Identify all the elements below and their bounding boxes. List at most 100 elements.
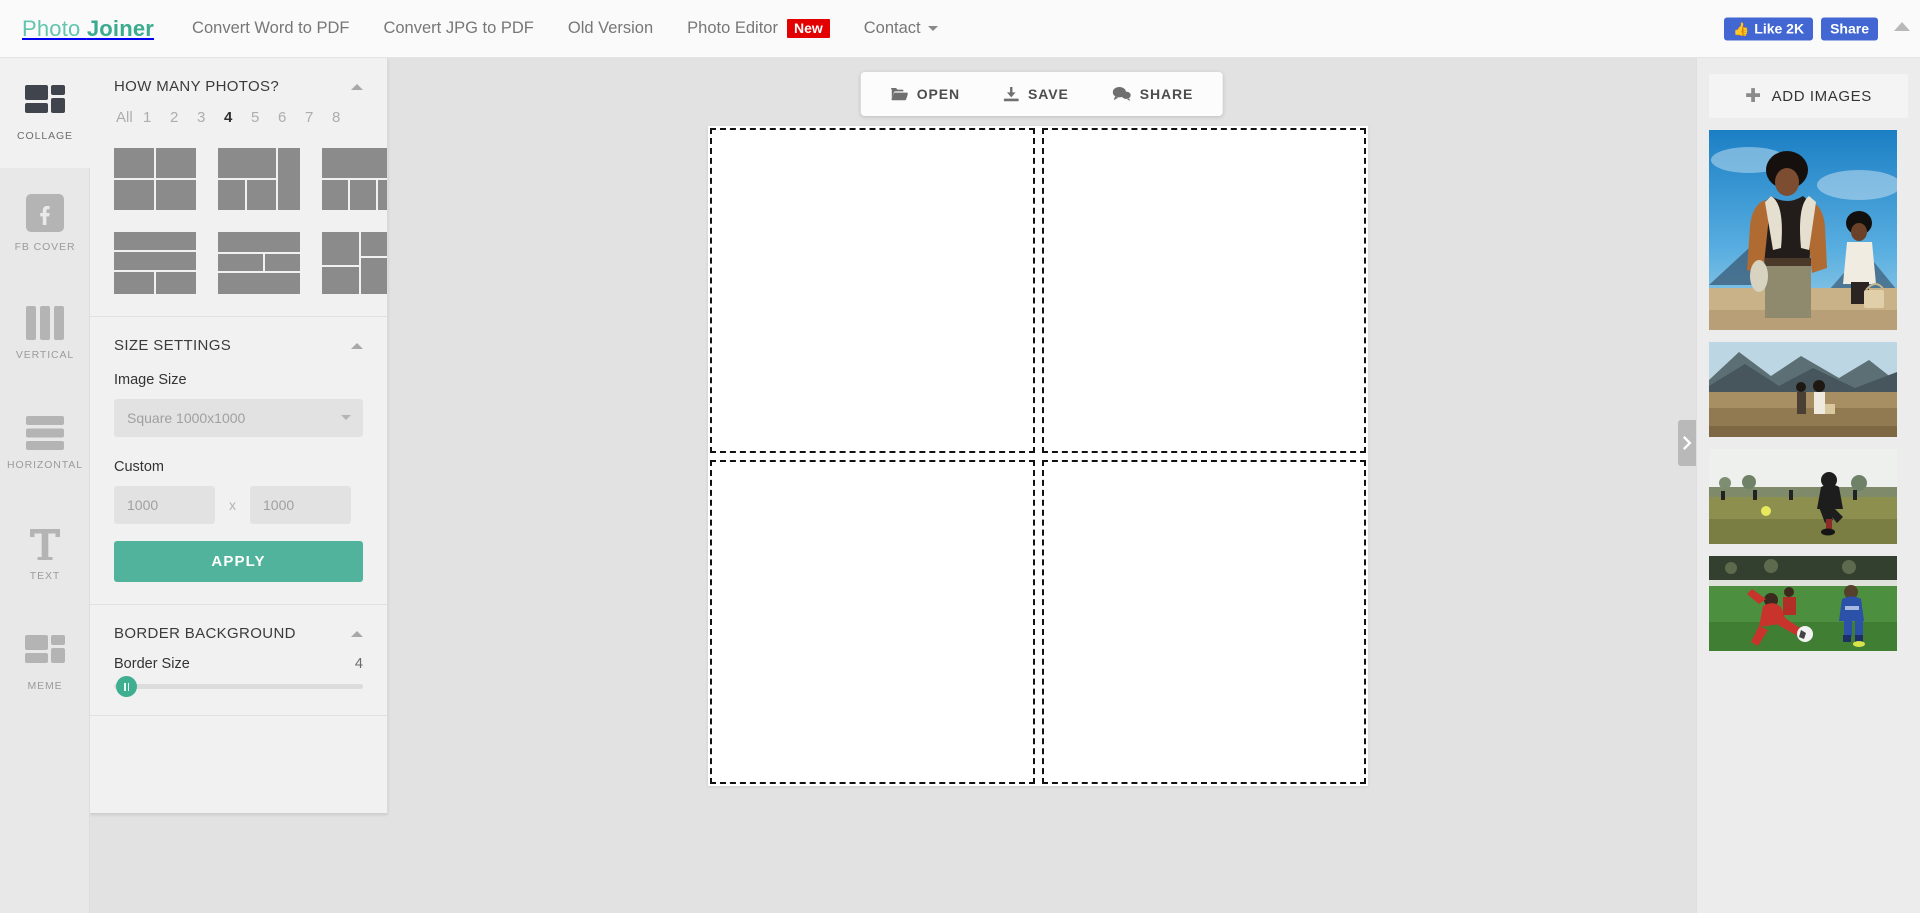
tool-item-fb-cover[interactable]: FB COVER (0, 168, 90, 278)
layout-option-three-rows-split-bottom[interactable] (114, 232, 196, 294)
facebook-share-button[interactable]: Share (1821, 17, 1878, 40)
collage-cell-1[interactable] (710, 128, 1035, 453)
nav-link-old-version[interactable]: Old Version (568, 19, 653, 38)
share-button[interactable]: SHARE (1091, 72, 1216, 116)
border-size-slider[interactable] (114, 676, 363, 697)
section-border-background: BORDER BACKGROUND Border Size 4 (90, 605, 387, 716)
canvas-stage: OPEN SAVE SHARE (388, 58, 1696, 913)
save-button[interactable]: SAVE (982, 72, 1091, 116)
count-option-5[interactable]: 5 (251, 109, 278, 126)
custom-width-input[interactable] (114, 486, 215, 524)
section-header-size-settings[interactable]: SIZE SETTINGS (90, 317, 387, 368)
thumbnail-soccer-kick[interactable] (1709, 449, 1897, 544)
section-header-border-background[interactable]: BORDER BACKGROUND (90, 605, 387, 656)
tool-item-label: FB COVER (14, 240, 76, 253)
dimension-separator: x (229, 497, 236, 513)
image-panel-collapse-handle[interactable] (1678, 420, 1696, 466)
caret-up-icon[interactable] (351, 83, 363, 90)
apply-button[interactable]: APPLY (114, 541, 363, 582)
count-option-all[interactable]: All (116, 109, 143, 126)
count-option-2[interactable]: 2 (170, 109, 197, 126)
photo-count-selector: All 1 2 3 4 5 6 7 8 (114, 109, 363, 126)
tool-item-label: COLLAGE (17, 129, 73, 142)
tool-item-meme[interactable]: MEME (0, 608, 90, 718)
section-body-size-settings: Image Size Custom x APPLY (90, 372, 387, 604)
tool-item-vertical[interactable]: VERTICAL (0, 278, 90, 388)
count-option-8[interactable]: 8 (332, 109, 359, 126)
section-body-how-many-photos: All 1 2 3 4 5 6 7 8 (90, 109, 387, 316)
collage-cell-4[interactable] (1041, 459, 1366, 784)
share-button-label: SHARE (1139, 86, 1194, 102)
tool-item-label: HORIZONTAL (7, 458, 83, 471)
nav-link-label: Convert Word to PDF (192, 19, 350, 37)
tool-item-text[interactable]: TEXT (0, 498, 90, 608)
layout-option-2x2-offset[interactable] (322, 232, 387, 294)
count-option-3[interactable]: 3 (197, 109, 224, 126)
top-navigation-bar: Photo Joiner Convert Word to PDF Convert… (0, 0, 1920, 58)
tool-item-collage[interactable]: COLLAGE (0, 58, 90, 168)
tool-item-label: TEXT (29, 569, 61, 582)
facebook-like-button[interactable]: 👍 Like 2K (1724, 17, 1814, 40)
custom-height-input[interactable] (250, 486, 351, 524)
add-images-label: ADD IMAGES (1771, 87, 1872, 105)
collage-grid-icon (25, 84, 65, 121)
custom-size-label: Custom (114, 459, 164, 475)
layout-option-top-mid-split-bottom-wide[interactable] (218, 232, 300, 294)
save-button-label: SAVE (1028, 86, 1069, 102)
border-size-row: Border Size 4 (114, 656, 363, 672)
collage-cell-3[interactable] (710, 459, 1035, 784)
open-button[interactable]: OPEN (869, 72, 982, 116)
count-option-7[interactable]: 7 (305, 109, 332, 126)
horizontal-bars-icon (26, 415, 64, 450)
nav-link-photo-editor[interactable]: Photo Editor New (687, 19, 830, 38)
layout-thumbnail-grid (114, 148, 387, 294)
border-size-slider-handle[interactable] (116, 676, 137, 697)
tool-item-horizontal[interactable]: HORIZONTAL (0, 388, 90, 498)
plus-icon: ✚ (1745, 85, 1762, 107)
image-size-label: Image Size (114, 372, 187, 388)
knob-grip-line (124, 682, 126, 691)
facebook-like-label: Like 2K (1754, 20, 1805, 37)
vertical-bars-icon (26, 305, 64, 340)
chevron-down-icon (927, 26, 938, 31)
text-t-icon (27, 525, 63, 561)
border-size-label: Border Size (114, 656, 190, 672)
thumbnail-couple-sky[interactable] (1709, 130, 1897, 330)
layout-option-2x2-equal[interactable] (114, 148, 196, 210)
section-header-how-many-photos[interactable]: HOW MANY PHOTOS? (90, 58, 387, 109)
nav-link-label: Old Version (567, 19, 654, 37)
image-size-select[interactable] (114, 399, 363, 437)
tool-item-label: VERTICAL (15, 348, 75, 361)
nav-link-convert-word-to-pdf[interactable]: Convert Word to PDF (192, 19, 349, 38)
tool-item-label: MEME (27, 679, 63, 692)
new-badge: New (786, 19, 830, 38)
section-title: BORDER BACKGROUND (114, 625, 296, 642)
left-tool-rail: COLLAGE FB COVER VERTICAL HORIZONTAL TEX… (0, 58, 90, 913)
nav-link-convert-jpg-to-pdf[interactable]: Convert JPG to PDF (383, 19, 533, 38)
facebook-icon (26, 193, 64, 232)
brand-logo[interactable]: Photo Joiner (22, 16, 154, 42)
caret-up-icon[interactable] (1894, 22, 1910, 31)
open-button-label: OPEN (916, 86, 961, 102)
custom-size-inputs: x (114, 486, 363, 524)
count-option-6[interactable]: 6 (278, 109, 305, 126)
thumbnail-couple-field[interactable] (1709, 342, 1897, 437)
count-option-4[interactable]: 4 (224, 109, 251, 126)
layout-option-top-wide-three-bottom[interactable] (322, 148, 387, 210)
caret-up-icon[interactable] (351, 630, 363, 637)
section-title: HOW MANY PHOTOS? (114, 78, 280, 95)
collage-canvas (708, 126, 1368, 786)
brand-first-word: Photo (22, 15, 81, 41)
chat-bubbles-icon (1112, 87, 1131, 101)
image-library-panel: ✚ ADD IMAGES (1696, 58, 1920, 913)
thumbs-up-icon: 👍 (1733, 21, 1750, 36)
caret-up-icon[interactable] (351, 342, 363, 349)
image-size-select-wrapper (114, 399, 363, 437)
layout-option-top-left-big-right-col[interactable] (218, 148, 300, 210)
collage-cell-2[interactable] (1041, 128, 1366, 453)
nav-link-contact[interactable]: Contact (864, 19, 938, 38)
count-option-1[interactable]: 1 (143, 109, 170, 126)
section-size-settings: SIZE SETTINGS Image Size Custom x APPLY (90, 317, 387, 605)
add-images-button[interactable]: ✚ ADD IMAGES (1709, 74, 1908, 118)
thumbnail-soccer-duel[interactable] (1709, 556, 1897, 651)
